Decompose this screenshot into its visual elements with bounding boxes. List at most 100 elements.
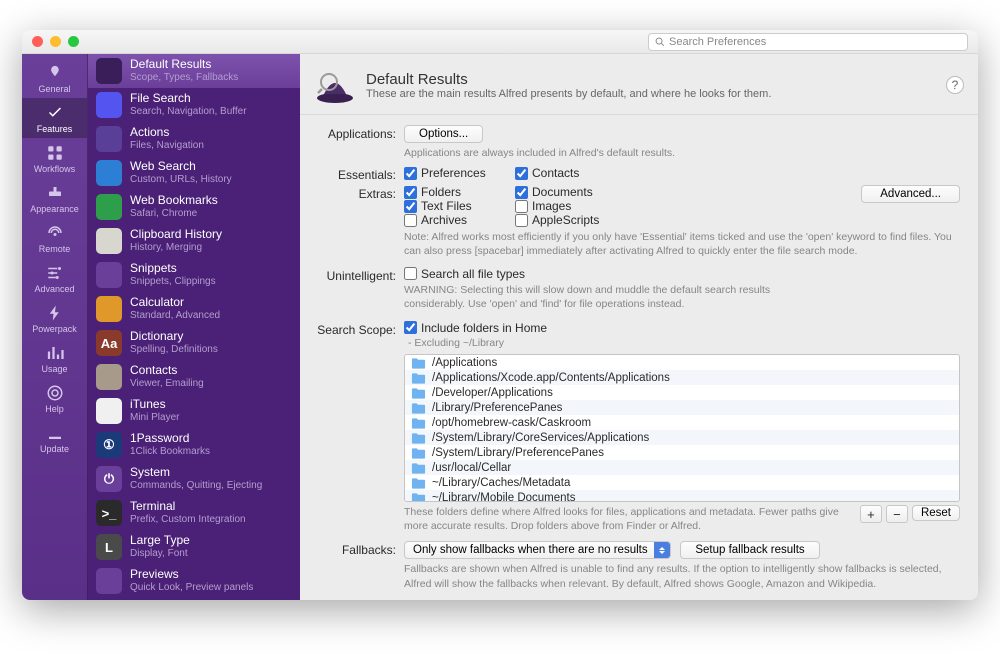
scope-path[interactable]: /System/Library/PreferencePanes (405, 445, 959, 460)
web-bookmarks-icon (96, 194, 122, 220)
zoom-window[interactable] (68, 36, 79, 47)
remote-icon (44, 224, 66, 242)
1password-icon: ① (96, 432, 122, 458)
setup-fallback-button[interactable]: Setup fallback results (680, 541, 819, 559)
scope-path[interactable]: /usr/local/Cellar (405, 460, 959, 475)
scope-remove-button[interactable]: − (886, 505, 908, 523)
essentials-label: Essentials: (304, 166, 404, 182)
scope-path[interactable]: /Library/PreferencePanes (405, 400, 959, 415)
checkbox-archives[interactable]: Archives (404, 213, 509, 227)
titlebar: Search Preferences (22, 30, 978, 54)
large-type-icon: L (96, 534, 122, 560)
contacts-icon (96, 364, 122, 390)
scope-path[interactable]: /Applications (405, 355, 959, 370)
checkbox-applescripts[interactable]: AppleScripts (515, 213, 620, 227)
previews-icon (96, 568, 122, 594)
close-window[interactable] (32, 36, 43, 47)
help-button[interactable]: ? (946, 76, 964, 94)
feature-itunes[interactable]: iTunesMini Player (88, 394, 300, 428)
scope-path[interactable]: ~/Library/Caches/Metadata (405, 475, 959, 490)
checkbox-documents[interactable]: Documents (515, 185, 620, 199)
feature-actions[interactable]: ActionsFiles, Navigation (88, 122, 300, 156)
extras-checkboxes: Folders Documents Text Files Images Archives… (404, 185, 734, 227)
powerpack-icon (44, 304, 66, 322)
feature-snippets[interactable]: SnippetsSnippets, Clippings (88, 258, 300, 292)
nav-advanced[interactable]: Advanced (22, 258, 87, 298)
search-icon (655, 37, 665, 47)
applications-note: Applications are always included in Alfr… (404, 146, 960, 160)
folder-icon (411, 447, 426, 459)
folder-icon (411, 432, 426, 444)
feature-system[interactable]: ⏻SystemCommands, Quitting, Ejecting (88, 462, 300, 496)
help-icon (44, 384, 66, 402)
general-icon (44, 64, 66, 82)
extras-advanced-button[interactable]: Advanced... (861, 185, 960, 203)
feature-1password[interactable]: ①1Password1Click Bookmarks (88, 428, 300, 462)
page-subtitle: These are the main results Alfred presen… (366, 88, 771, 100)
search-placeholder: Search Preferences (669, 36, 766, 48)
dictionary-icon: Aa (96, 330, 122, 356)
scope-path[interactable]: /System/Library/CoreServices/Application… (405, 430, 959, 445)
main-header: Default Results These are the main resul… (300, 54, 978, 115)
feature-previews[interactable]: PreviewsQuick Look, Preview panels (88, 564, 300, 598)
folder-icon (411, 402, 426, 414)
page-title: Default Results (366, 71, 771, 88)
feature-terminal[interactable]: >_TerminalPrefix, Custom Integration (88, 496, 300, 530)
folder-icon (411, 417, 426, 429)
file-search-icon (96, 92, 122, 118)
scope-path[interactable]: ~/Library/Mobile Documents (405, 490, 959, 502)
nav-appearance[interactable]: Appearance (22, 178, 87, 218)
checkbox-contacts[interactable]: Contacts (515, 166, 620, 180)
features-icon (44, 104, 66, 122)
web-search-icon (96, 160, 122, 186)
feature-calculator[interactable]: CalculatorStandard, Advanced (88, 292, 300, 326)
nav-features[interactable]: Features (22, 98, 87, 138)
nav-update[interactable]: Update (22, 418, 87, 458)
folder-icon (411, 477, 426, 489)
feature-dictionary[interactable]: AaDictionarySpelling, Definitions (88, 326, 300, 360)
feature-web-bookmarks[interactable]: Web BookmarksSafari, Chrome (88, 190, 300, 224)
scope-add-button[interactable]: + (860, 505, 882, 523)
include-home-checkbox[interactable]: Include folders in Home (404, 321, 954, 335)
checkbox-text-files[interactable]: Text Files (404, 199, 509, 213)
applications-options-button[interactable]: Options... (404, 125, 483, 143)
checkbox-images[interactable]: Images (515, 199, 620, 213)
checkbox-preferences[interactable]: Preferences (404, 166, 509, 180)
features-list: Default ResultsScope, Types, FallbacksFi… (88, 54, 300, 600)
feature-default-results[interactable]: Default ResultsScope, Types, Fallbacks (88, 54, 300, 88)
scope-reset-button[interactable]: Reset (912, 505, 960, 521)
folder-icon (411, 387, 426, 399)
nav-general[interactable]: General (22, 58, 87, 98)
snippets-icon (96, 262, 122, 288)
unintelligent-label: Unintelligent: (304, 267, 404, 283)
fallbacks-note: Fallbacks are shown when Alfred is unabl… (404, 562, 960, 590)
scope-path[interactable]: /Applications/Xcode.app/Contents/Applica… (405, 370, 959, 385)
nav-workflows[interactable]: Workflows (22, 138, 87, 178)
minimize-window[interactable] (50, 36, 61, 47)
feature-web-search[interactable]: Web SearchCustom, URLs, History (88, 156, 300, 190)
clipboard-history-icon (96, 228, 122, 254)
feature-clipboard-history[interactable]: Clipboard HistoryHistory, Merging (88, 224, 300, 258)
scope-note: These folders define where Alfred looks … (404, 505, 848, 533)
scope-path[interactable]: /Developer/Applications (405, 385, 959, 400)
fallbacks-select[interactable]: Only show fallbacks when there are no re… (404, 541, 671, 559)
window-controls (32, 36, 79, 47)
feature-contacts[interactable]: ContactsViewer, Emailing (88, 360, 300, 394)
search-all-types-checkbox[interactable]: Search all file types (404, 267, 954, 281)
nav-help[interactable]: Help (22, 378, 87, 418)
unintelligent-note: WARNING: Selecting this will slow down a… (404, 283, 834, 311)
nav-usage[interactable]: Usage (22, 338, 87, 378)
default-results-icon (96, 58, 122, 84)
checkbox-folders[interactable]: Folders (404, 185, 509, 199)
extras-label: Extras: (304, 185, 404, 201)
advanced-icon (44, 264, 66, 282)
search-input[interactable]: Search Preferences (648, 33, 968, 51)
feature-large-type[interactable]: LLarge TypeDisplay, Font (88, 530, 300, 564)
nav-remote[interactable]: Remote (22, 218, 87, 258)
scope-list[interactable]: /Applications/Applications/Xcode.app/Con… (404, 354, 960, 502)
nav-powerpack[interactable]: Powerpack (22, 298, 87, 338)
feature-file-search[interactable]: File SearchSearch, Navigation, Buffer (88, 88, 300, 122)
folder-icon (411, 357, 426, 369)
terminal-icon: >_ (96, 500, 122, 526)
scope-path[interactable]: /opt/homebrew-cask/Caskroom (405, 415, 959, 430)
